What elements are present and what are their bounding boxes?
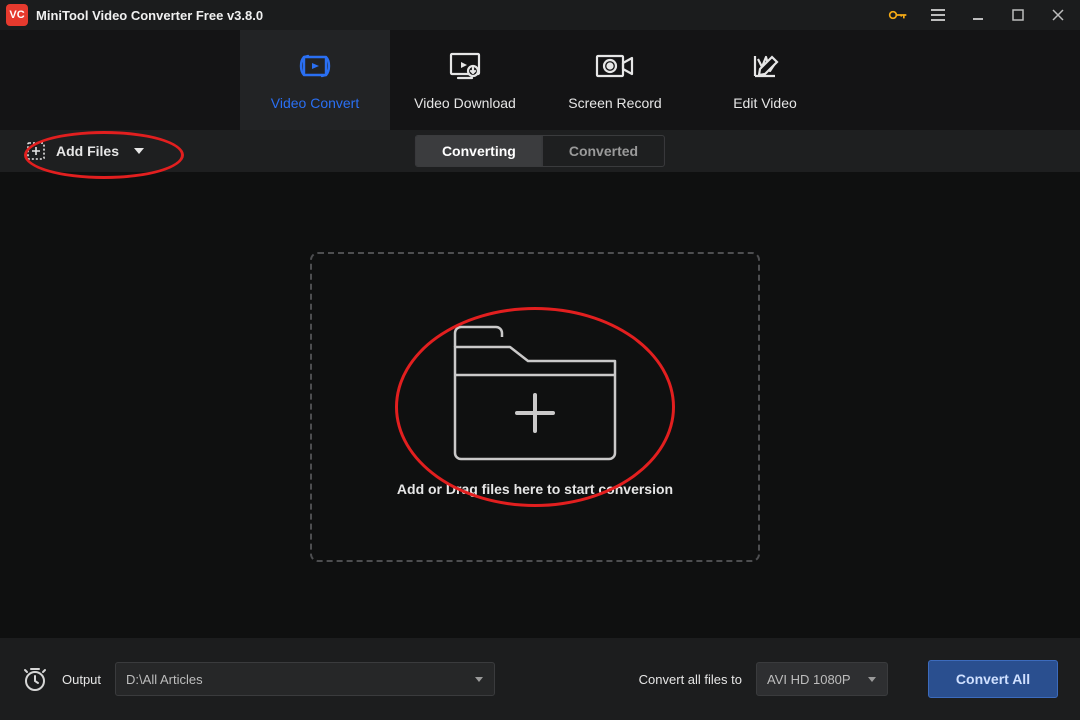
- app-title: MiniTool Video Converter Free v3.8.0: [36, 8, 263, 23]
- convert-all-label: Convert all files to: [639, 672, 742, 687]
- output-format-dropdown[interactable]: AVI HD 1080P: [756, 662, 888, 696]
- output-format-value: AVI HD 1080P: [767, 672, 851, 687]
- drop-zone-text: Add or Drag files here to start conversi…: [397, 481, 673, 497]
- tab-video-convert[interactable]: Video Convert: [240, 30, 390, 130]
- key-icon[interactable]: [882, 4, 914, 26]
- segment-converting[interactable]: Converting: [416, 136, 542, 166]
- drop-zone[interactable]: Add or Drag files here to start conversi…: [310, 252, 760, 562]
- tab-screen-record[interactable]: Screen Record: [540, 30, 690, 130]
- close-icon[interactable]: [1042, 4, 1074, 26]
- download-screen-icon: [448, 49, 482, 83]
- output-path-value: D:\All Articles: [126, 672, 203, 687]
- tab-label: Screen Record: [568, 95, 661, 111]
- output-label: Output: [62, 672, 101, 687]
- menu-icon[interactable]: [922, 4, 954, 26]
- add-files-button[interactable]: Add Files: [16, 135, 155, 167]
- chevron-down-icon: [133, 146, 145, 156]
- add-file-icon: [26, 141, 46, 161]
- timer-icon[interactable]: [22, 666, 48, 692]
- chevron-down-icon: [474, 672, 484, 687]
- tab-label: Video Convert: [271, 95, 359, 111]
- minimize-icon[interactable]: [962, 4, 994, 26]
- main-tabs: Video Convert Video Download Screen Re: [0, 30, 1080, 130]
- cycle-arrows-icon: [298, 49, 332, 83]
- segment-converted[interactable]: Converted: [543, 136, 664, 166]
- convert-all-button[interactable]: Convert All: [928, 660, 1058, 698]
- maximize-icon[interactable]: [1002, 4, 1034, 26]
- add-files-label: Add Files: [56, 143, 119, 159]
- chevron-down-icon: [867, 672, 877, 687]
- tab-video-download[interactable]: Video Download: [390, 30, 540, 130]
- edit-icon: [750, 49, 780, 83]
- tab-label: Video Download: [414, 95, 516, 111]
- conversion-state-segment: Converting Converted: [415, 135, 665, 167]
- record-screen-icon: [594, 49, 636, 83]
- tab-edit-video[interactable]: Edit Video: [690, 30, 840, 130]
- tab-label: Edit Video: [733, 95, 797, 111]
- app-logo: VC: [6, 4, 28, 26]
- folder-plus-icon: [445, 317, 625, 467]
- output-path-dropdown[interactable]: D:\All Articles: [115, 662, 495, 696]
